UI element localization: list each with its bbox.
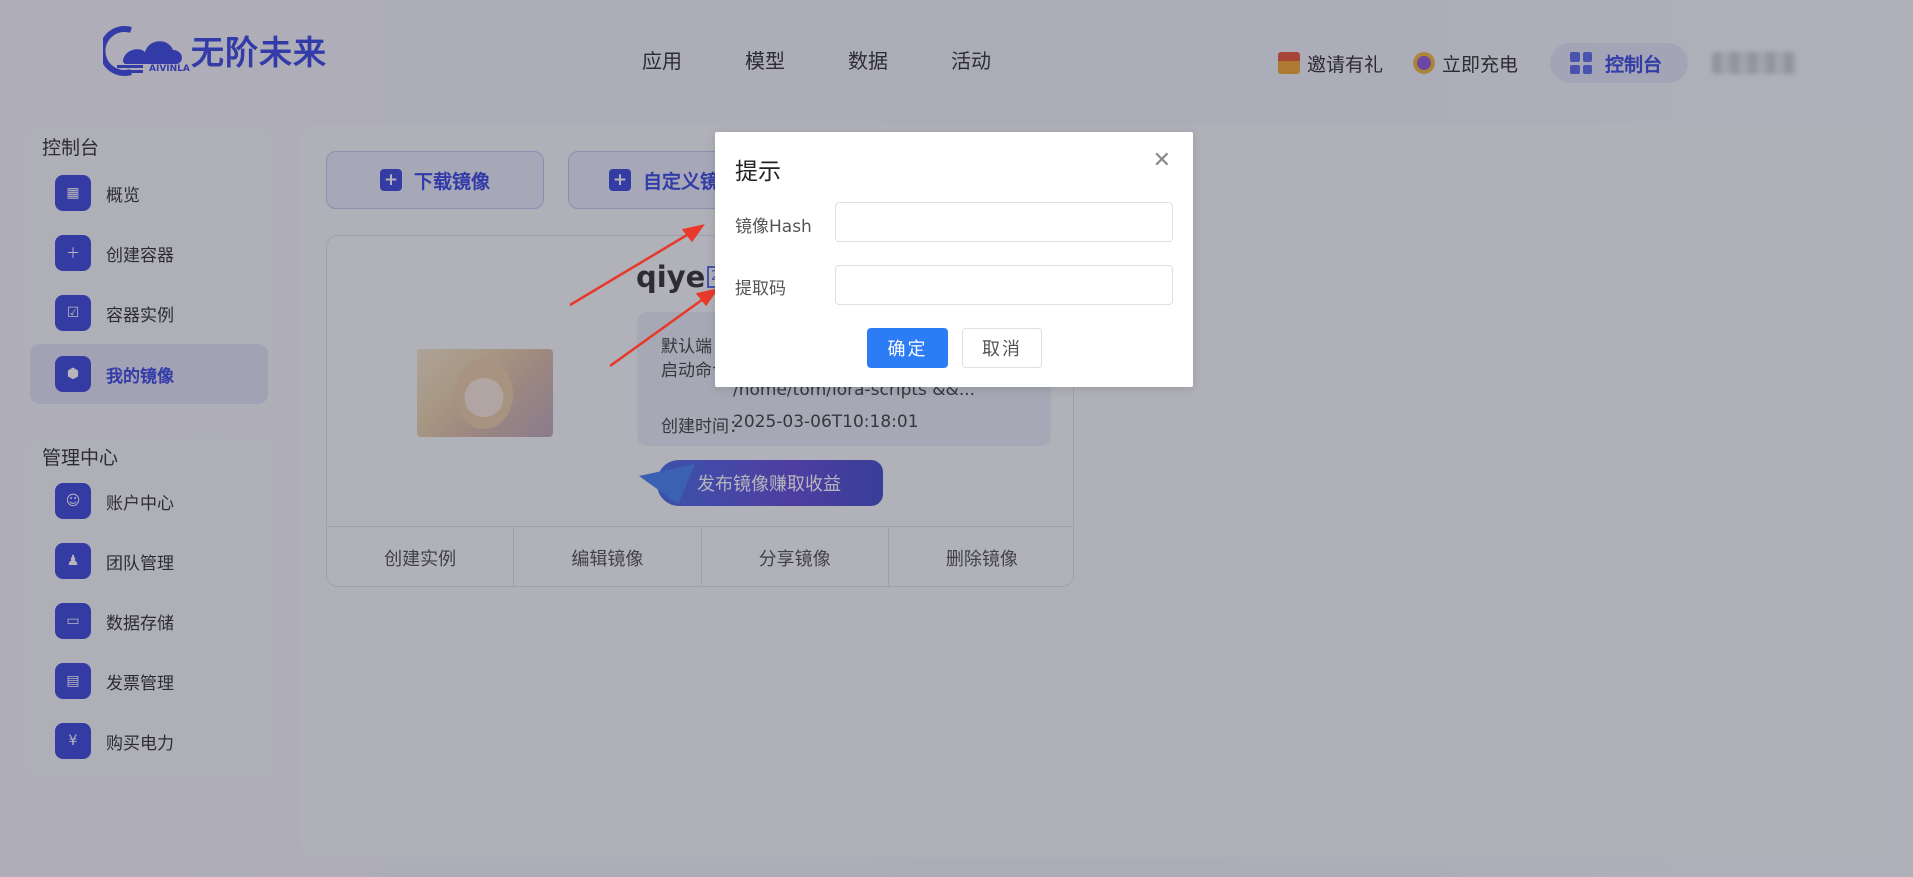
image-hash-input[interactable]	[835, 202, 1173, 242]
extract-code-input[interactable]	[835, 265, 1173, 305]
extract-code-label: 提取码	[735, 279, 786, 299]
cancel-button[interactable]: 取消	[962, 328, 1042, 368]
dialog-title: 提示	[735, 159, 781, 185]
annotation-arrow-hash	[569, 224, 705, 307]
image-hash-label: 镜像Hash	[735, 217, 812, 237]
confirm-button[interactable]: 确定	[867, 328, 948, 368]
annotation-arrow-code	[609, 288, 719, 368]
prompt-dialog: 提示 ✕ 镜像Hash 提取码 确定 取消	[715, 132, 1193, 387]
close-icon[interactable]: ✕	[1153, 148, 1171, 173]
